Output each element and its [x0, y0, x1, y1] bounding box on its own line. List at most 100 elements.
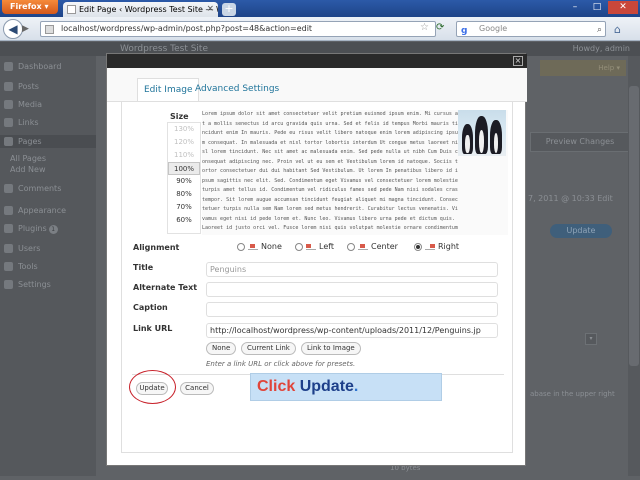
align-center-option[interactable]: Center — [347, 242, 398, 251]
minimize-icon[interactable]: – — [564, 1, 586, 14]
caption-field[interactable] — [206, 302, 498, 317]
wp-menu-current-bar — [0, 135, 96, 148]
browser-titlebar: Firefox ▾ Edit Page ‹ Wordpress Test Sit… — [0, 0, 640, 17]
align-right-option[interactable]: Right — [414, 242, 459, 251]
size-option[interactable]: 110% — [168, 149, 200, 162]
alignment-options: None Left Center Right — [237, 242, 517, 254]
wp-menu-item: Pages — [4, 137, 42, 146]
callout-period: . — [353, 378, 359, 395]
link-url-label: Link URL — [133, 324, 173, 333]
align-left-icon — [306, 243, 316, 250]
home-icon[interactable]: ⌂ — [614, 23, 621, 36]
search-icon[interactable]: ⌕ — [597, 23, 602, 37]
tools-icon — [4, 262, 13, 271]
image-edit-dialog: × Edit Image Advanced Settings Size 130%… — [106, 53, 527, 466]
penguin-shape — [462, 124, 473, 154]
size-option[interactable]: 120% — [168, 136, 200, 149]
alignment-label: Alignment — [133, 243, 180, 252]
link-to-image-button[interactable]: Link to Image — [301, 342, 361, 355]
firefox-menu-button[interactable]: Firefox ▾ — [2, 0, 58, 14]
wp-submenu-item: Add New — [10, 165, 46, 174]
current-link-button[interactable]: Current Link — [241, 342, 296, 355]
radio-center[interactable] — [347, 242, 355, 251]
maximize-icon[interactable]: □ — [586, 1, 608, 14]
close-window-icon[interactable]: ✕ — [608, 1, 638, 14]
radio-none[interactable] — [237, 242, 245, 251]
wp-menu-item: Users — [4, 244, 40, 253]
wp-menu-item: Settings — [4, 280, 51, 289]
window-controls: – □ ✕ — [564, 1, 638, 14]
users-icon — [4, 244, 13, 253]
reload-icon[interactable]: ⟳ — [436, 22, 444, 33]
search-engine-icon[interactable]: g — [461, 24, 467, 38]
size-option[interactable]: 60% — [168, 214, 200, 227]
align-left-option[interactable]: Left — [295, 242, 334, 251]
browser-tab[interactable]: Edit Page ‹ Wordpress Test Site — Word..… — [63, 2, 218, 17]
posts-icon — [4, 82, 13, 91]
wp-preview-changes-button: Preview Changes — [530, 132, 630, 152]
search-input[interactable]: g Google ⌕ — [456, 21, 606, 37]
wp-update-button: Update — [550, 224, 612, 238]
wp-help-tab: Help ▾ — [540, 60, 626, 76]
back-button[interactable]: ◀ — [3, 19, 23, 39]
size-option[interactable]: 70% — [168, 201, 200, 214]
size-option[interactable]: 90% — [168, 175, 200, 188]
tab-advanced-settings[interactable]: Advanced Settings — [189, 78, 285, 102]
align-none-icon — [248, 243, 258, 250]
preview-text: Lorem ipsum dolor sit amet consectetuer … — [202, 111, 458, 235]
size-label: Size — [170, 112, 189, 121]
align-right-icon — [425, 243, 435, 250]
close-tab-icon[interactable]: × — [206, 2, 214, 17]
wp-menu-item: Posts — [4, 82, 39, 91]
link-none-button[interactable]: None — [206, 342, 237, 355]
close-icon[interactable]: × — [513, 56, 523, 66]
url-bar[interactable]: localhost/wordpress/wp-admin/post.php?po… — [40, 21, 436, 37]
highlight-circle — [129, 370, 176, 404]
instruction-callout: Click Update. — [250, 373, 442, 401]
radio-left[interactable] — [295, 242, 303, 251]
alternate-text-field[interactable] — [206, 282, 498, 297]
image-preview: Lorem ipsum dolor sit amet consectetuer … — [202, 110, 508, 235]
wp-menu-item: Dashboard — [4, 62, 61, 71]
cancel-button[interactable]: Cancel — [180, 382, 214, 395]
media-icon — [4, 100, 13, 109]
callout-word-update: Update — [299, 378, 354, 395]
plugins-update-badge: 1 — [48, 225, 58, 234]
size-selector: 130% 120% 110% 100% 90% 80% 70% 60% — [167, 122, 201, 234]
page-scrollbar — [628, 56, 640, 476]
new-tab-button[interactable]: + — [222, 3, 236, 16]
penguins-thumbnail — [458, 110, 506, 156]
search-placeholder: Google — [479, 24, 508, 33]
size-option-selected[interactable]: 100% — [168, 162, 200, 175]
url-text: localhost/wordpress/wp-admin/post.php?po… — [61, 24, 313, 33]
dashboard-icon — [4, 62, 13, 71]
caption-label: Caption — [133, 303, 168, 312]
bookmark-star-icon[interactable]: ☆ — [420, 22, 429, 33]
wp-howdy: Howdy, admin — [572, 44, 630, 53]
size-option[interactable]: 80% — [168, 188, 200, 201]
pages-icon — [4, 137, 13, 146]
plugins-icon — [4, 224, 13, 233]
link-url-field[interactable]: http://localhost/wordpress/wp-content/up… — [206, 323, 498, 338]
appearance-icon — [4, 206, 13, 215]
size-option[interactable]: 130% — [168, 123, 200, 136]
wp-publish-date: 7, 2011 @ 10:33 Edit — [528, 194, 613, 203]
wp-menu-item: Tools — [4, 262, 38, 271]
navigation-toolbar: ◀ ▶ localhost/wordpress/wp-admin/post.ph… — [0, 17, 640, 41]
wp-menu-item: Media — [4, 100, 42, 109]
wp-menu-item: Links — [4, 118, 39, 127]
wp-menu-item: Plugins 1 — [4, 224, 58, 234]
radio-right-selected[interactable] — [414, 242, 422, 251]
favicon-icon — [67, 5, 76, 14]
align-none-option[interactable]: None — [237, 242, 282, 251]
link-url-hint: Enter a link URL or click above for pres… — [206, 360, 356, 368]
site-identity-icon[interactable] — [45, 25, 54, 34]
title-field[interactable]: Penguins — [206, 262, 498, 277]
alternate-text-label: Alternate Text — [133, 283, 198, 292]
penguin-shape — [490, 120, 502, 154]
scrollbar-thumb — [629, 86, 639, 366]
chevron-down-icon: ▾ — [585, 333, 597, 345]
forward-button[interactable]: ▶ — [22, 22, 36, 36]
edit-image-panel: Size 130% 120% 110% 100% 90% 80% 70% 60%… — [121, 101, 513, 453]
tab-title: Edit Page ‹ Wordpress Test Site — Word..… — [79, 5, 218, 14]
